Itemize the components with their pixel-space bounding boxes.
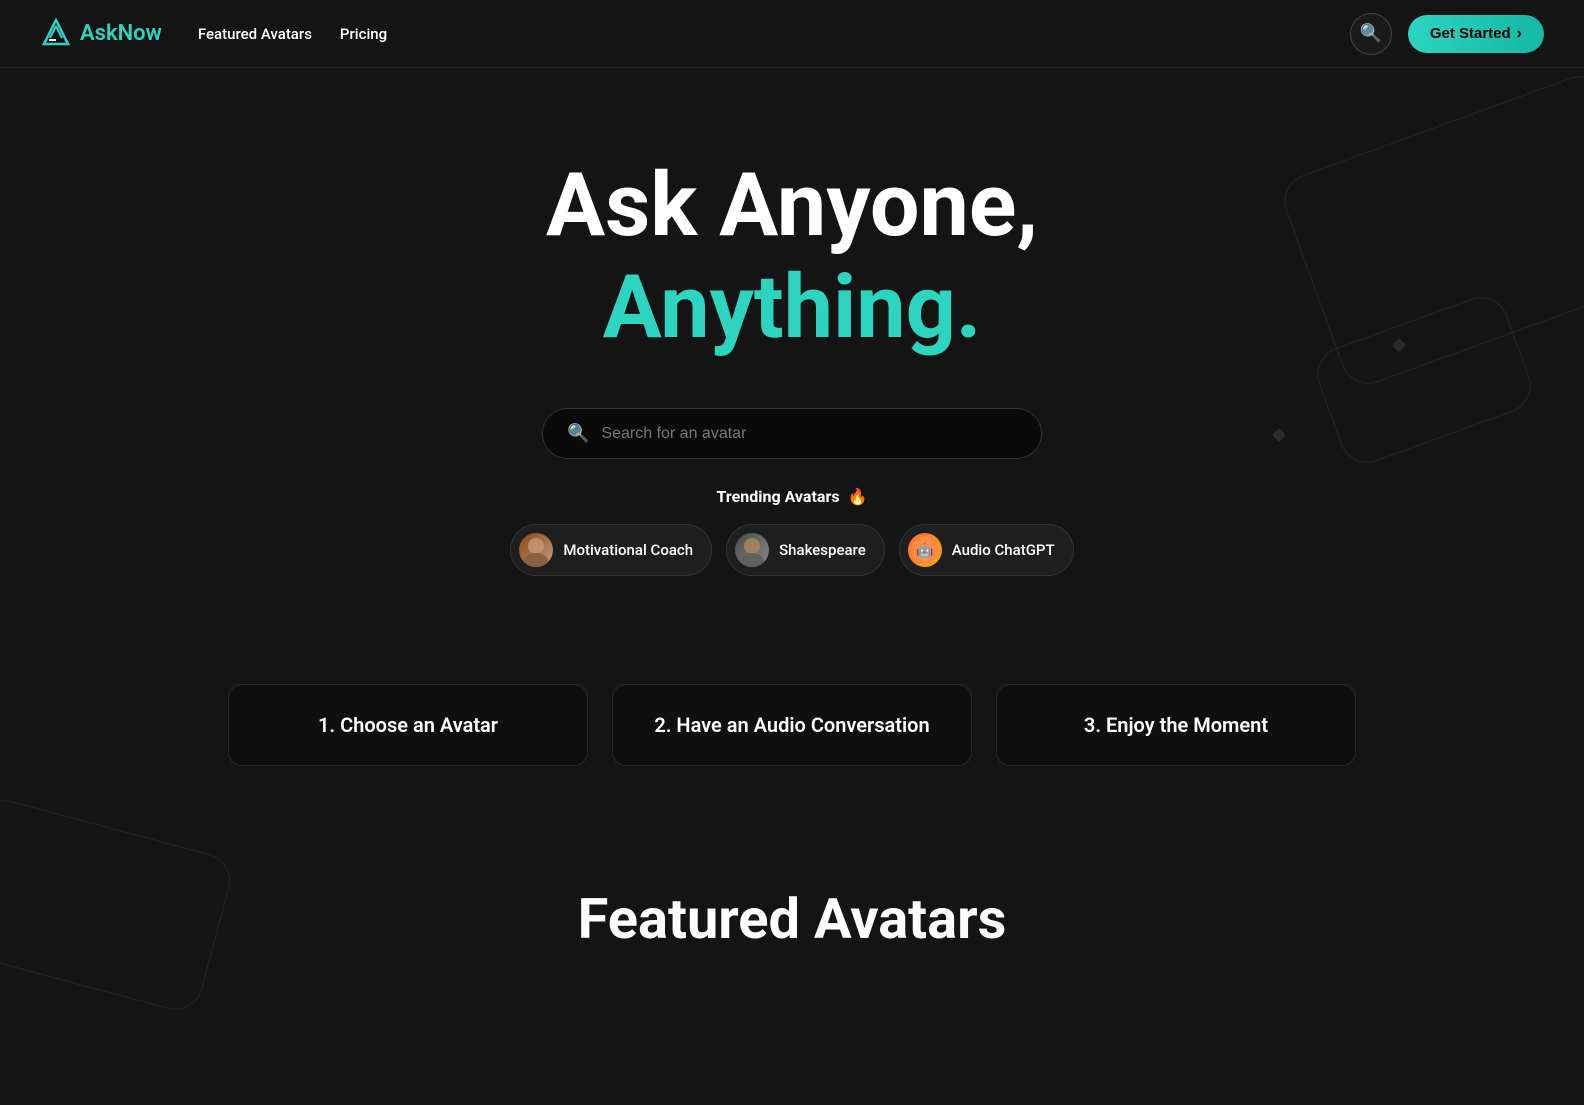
featured-avatars-title: Featured Avatars <box>20 886 1564 952</box>
shakespeare-avatar-svg <box>735 533 769 567</box>
hero-title-line1: Ask Anyone, <box>20 158 1564 255</box>
nav-search-button[interactable]: 🔍 <box>1350 13 1392 55</box>
avatar-name-audio-chatgpt: Audio ChatGPT <box>952 541 1055 559</box>
hero-section: Ask Anyone, Anything. 🔍 Trending Avatars… <box>0 68 1584 684</box>
logo[interactable]: AskNow <box>40 18 162 50</box>
nav-left: AskNow Featured Avatars Pricing <box>40 18 387 50</box>
search-bar: 🔍 <box>542 408 1042 459</box>
nav-pricing[interactable]: Pricing <box>340 25 387 43</box>
search-input[interactable] <box>601 425 1017 443</box>
get-started-label: Get Started <box>1430 25 1511 42</box>
search-icon: 🔍 <box>1360 23 1382 44</box>
step-label-1: 1. Choose an Avatar <box>318 713 498 737</box>
avatar-img-motivational-coach <box>519 533 553 567</box>
search-container: 🔍 <box>20 408 1564 459</box>
trending-section: Trending Avatars 🔥 Motivational Coach <box>20 487 1564 576</box>
get-started-arrow-icon: › <box>1517 25 1522 43</box>
nav-featured-avatars[interactable]: Featured Avatars <box>198 25 312 43</box>
navbar: AskNow Featured Avatars Pricing 🔍 Get St… <box>0 0 1584 68</box>
svg-text:🤖: 🤖 <box>916 542 933 559</box>
search-bar-icon: 🔍 <box>567 423 589 444</box>
avatar-name-motivational-coach: Motivational Coach <box>563 541 693 559</box>
logo-text: AskNow <box>80 21 162 46</box>
coach-avatar-svg <box>519 533 553 567</box>
step-card-3: 3. Enjoy the Moment <box>996 684 1356 766</box>
trending-label: Trending Avatars 🔥 <box>20 487 1564 506</box>
avatar-img-shakespeare <box>735 533 769 567</box>
nav-links: Featured Avatars Pricing <box>198 25 387 43</box>
step-card-1: 1. Choose an Avatar <box>228 684 588 766</box>
logo-icon <box>40 18 72 50</box>
nav-right: 🔍 Get Started › <box>1350 13 1544 55</box>
steps-section: 1. Choose an Avatar 2. Have an Audio Con… <box>0 684 1584 846</box>
get-started-button[interactable]: Get Started › <box>1408 15 1544 53</box>
chatgpt-avatar-svg: 🤖 <box>908 533 942 567</box>
featured-avatars-section: Featured Avatars <box>0 846 1584 1012</box>
avatar-img-audio-chatgpt: 🤖 <box>908 533 942 567</box>
step-label-2: 2. Have an Audio Conversation <box>654 713 929 737</box>
main-content: Ask Anyone, Anything. 🔍 Trending Avatars… <box>0 68 1584 1012</box>
fire-emoji: 🔥 <box>848 487 868 506</box>
avatar-chip-audio-chatgpt[interactable]: 🤖 Audio ChatGPT <box>899 524 1074 576</box>
step-card-2: 2. Have an Audio Conversation <box>612 684 972 766</box>
hero-title-line2: Anything. <box>20 255 1564 361</box>
step-label-3: 3. Enjoy the Moment <box>1084 713 1268 737</box>
trending-label-text: Trending Avatars <box>717 487 840 506</box>
avatar-name-shakespeare: Shakespeare <box>779 541 866 559</box>
avatar-chip-motivational-coach[interactable]: Motivational Coach <box>510 524 712 576</box>
trending-avatars-list: Motivational Coach Shakespeare <box>20 524 1564 576</box>
avatar-chip-shakespeare[interactable]: Shakespeare <box>726 524 885 576</box>
